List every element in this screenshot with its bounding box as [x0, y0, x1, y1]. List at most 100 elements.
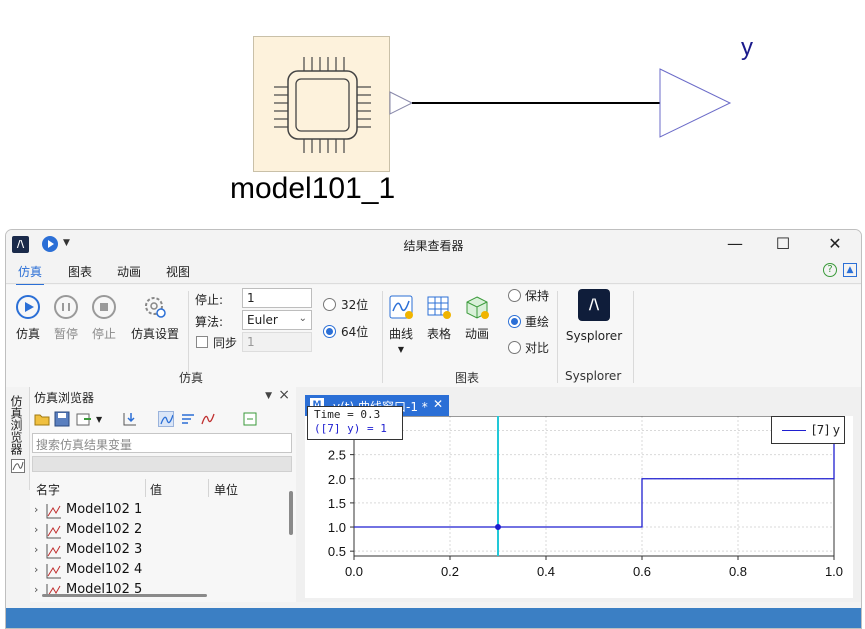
result-chart-icon: [46, 524, 61, 539]
curve-dropdown-icon[interactable]: ▼: [388, 345, 414, 354]
column-header-name[interactable]: 名字: [36, 481, 60, 498]
64bit-label: 64位: [341, 325, 369, 339]
export-icon[interactable]: [76, 411, 92, 427]
panel-menu-icon[interactable]: ▼: [265, 391, 272, 401]
chevron-right-icon[interactable]: ›: [34, 583, 38, 595]
minimize-button[interactable]: —: [724, 234, 746, 254]
y-tick-label: 2.5: [328, 448, 346, 463]
animation-button[interactable]: 动画: [464, 295, 490, 342]
search-input[interactable]: 搜索仿真结果变量: [32, 433, 292, 453]
result-chart-icon: [46, 564, 61, 579]
cursor-point: [495, 524, 501, 531]
diagram-canvas[interactable]: model101_1 y: [0, 0, 865, 230]
tab-simulation[interactable]: 仿真: [15, 263, 45, 286]
help-icon[interactable]: ?: [823, 263, 837, 277]
x-tick-label: 0.4: [537, 564, 555, 579]
open-folder-icon[interactable]: [34, 411, 50, 427]
table-icon: [427, 295, 451, 319]
sim-settings-button[interactable]: 仿真设置: [128, 295, 182, 342]
chart-cursor[interactable]: [495, 416, 501, 556]
tree-row[interactable]: › Model102 2: [30, 521, 285, 541]
chevron-right-icon[interactable]: ›: [34, 543, 38, 556]
tooltip-value: ([7] y) = 1: [314, 422, 387, 435]
result-chart-icon: [46, 544, 61, 559]
cursor-tooltip: Time = 0.3 ([7] y) = 1: [307, 406, 403, 440]
keep-radio[interactable]: [508, 289, 521, 302]
pause-icon: [54, 295, 78, 319]
group-label-simulation: 仿真: [179, 371, 204, 385]
redraw-label: 重绘: [525, 315, 550, 329]
curve-label: 曲线: [388, 327, 413, 341]
compare-radio[interactable]: [508, 341, 521, 354]
keep-label: 保持: [525, 289, 550, 303]
tree-row[interactable]: › Model102 3: [30, 541, 285, 561]
column-header-unit[interactable]: 单位: [214, 481, 238, 498]
tree-row[interactable]: › Model102 4: [30, 561, 285, 581]
curve-small-icon: [11, 459, 25, 473]
tree-row-label: Model102 2: [66, 522, 143, 537]
table-label: 表格: [426, 327, 451, 341]
group-label-chart: 图表: [455, 371, 480, 385]
ribbon-divider: [382, 291, 383, 383]
curve-filter-icon[interactable]: [158, 411, 174, 427]
curve-button[interactable]: 曲线 ▼: [388, 295, 414, 354]
sysplorer-label: Sysplorer: [565, 329, 623, 343]
tree-row[interactable]: › Model102 5: [30, 581, 285, 595]
chevron-right-icon[interactable]: ›: [34, 563, 38, 576]
32bit-radio[interactable]: [323, 298, 336, 311]
export-dropdown-icon[interactable]: ▼: [96, 415, 112, 431]
browser-title: 仿真浏览器: [34, 391, 95, 405]
pause-button[interactable]: 暂停: [52, 295, 80, 342]
sync-label: 同步: [213, 336, 238, 350]
maximize-button[interactable]: ☐: [772, 234, 794, 254]
chevron-right-icon[interactable]: ›: [34, 523, 38, 536]
side-tab-simulation-browser[interactable]: 仿真浏览器: [6, 387, 30, 490]
connection-lines: [389, 68, 732, 138]
collapse-icon[interactable]: [242, 411, 258, 427]
ribbon-divider: [633, 291, 634, 383]
x-tick-label: 0.2: [441, 564, 459, 579]
stop-time-input[interactable]: 1: [242, 288, 312, 308]
64bit-radio[interactable]: [323, 325, 336, 338]
tree-row-label: Model102 4: [66, 562, 143, 577]
stop-time-label: 停止:: [195, 293, 224, 307]
y-tick-label: 0.5: [328, 544, 346, 559]
plot-canvas[interactable]: 0.00.20.40.60.81.00.51.01.52.02.53.0 Tim…: [305, 406, 853, 598]
tab-animation[interactable]: 动画: [117, 263, 141, 280]
chart-legend[interactable]: [7] y: [771, 416, 845, 444]
table-button[interactable]: 表格: [426, 295, 452, 342]
sort-icon[interactable]: [180, 411, 196, 427]
algorithm-value: Euler: [247, 313, 278, 327]
stop-icon: [92, 295, 116, 319]
filter-bar[interactable]: [32, 456, 292, 472]
import-data-icon[interactable]: [122, 411, 138, 427]
simulate-button[interactable]: 仿真: [14, 295, 42, 342]
expand-ribbon-icon[interactable]: ▲: [843, 263, 857, 277]
ribbon: 仿真 暂停 停止 仿真设置 停止: 1 算法: Euler ⌄ 同步 1 32位: [6, 285, 861, 388]
tab-view[interactable]: 视图: [166, 263, 190, 280]
tab-chart[interactable]: 图表: [68, 263, 92, 280]
panel-close-icon[interactable]: ×: [278, 387, 290, 403]
derivative-icon[interactable]: [200, 411, 216, 427]
chart-axes: 0.00.20.40.60.81.00.51.01.52.02.53.0: [328, 415, 843, 579]
horizontal-scrollbar[interactable]: [42, 594, 207, 597]
column-header-value[interactable]: 值: [150, 481, 162, 498]
simulation-browser: 仿真浏览器 ▼ × ▼ 搜索仿真结果变量 名字 值 单位 › Model102 …: [30, 387, 296, 602]
tree-row-label: Model102 3: [66, 542, 143, 557]
close-tab-icon[interactable]: ✕: [433, 397, 443, 411]
algorithm-label: 算法:: [195, 315, 224, 329]
block-label: model101_1: [230, 172, 396, 205]
sim-settings-label: 仿真设置: [130, 327, 179, 341]
sync-checkbox[interactable]: [196, 336, 208, 348]
stop-button[interactable]: 停止: [90, 295, 118, 342]
redraw-radio[interactable]: [508, 315, 521, 328]
sysplorer-button[interactable]: /\ Sysplorer: [563, 287, 625, 343]
close-button[interactable]: ✕: [824, 234, 846, 254]
tree-row[interactable]: › Model102 1: [30, 501, 285, 521]
ribbon-tabs: 仿真 图表 动画 视图 ? ▲: [6, 259, 861, 286]
save-icon[interactable]: [54, 411, 70, 427]
vertical-scrollbar[interactable]: [289, 491, 293, 535]
chevron-right-icon[interactable]: ›: [34, 503, 38, 516]
result-viewer-window: /\ ▼ 结果查看器 — ☐ ✕ 仿真 图表 动画 视图 ? ▲ 仿真 暂停 停…: [5, 229, 862, 629]
algorithm-select[interactable]: Euler ⌄: [242, 310, 312, 330]
